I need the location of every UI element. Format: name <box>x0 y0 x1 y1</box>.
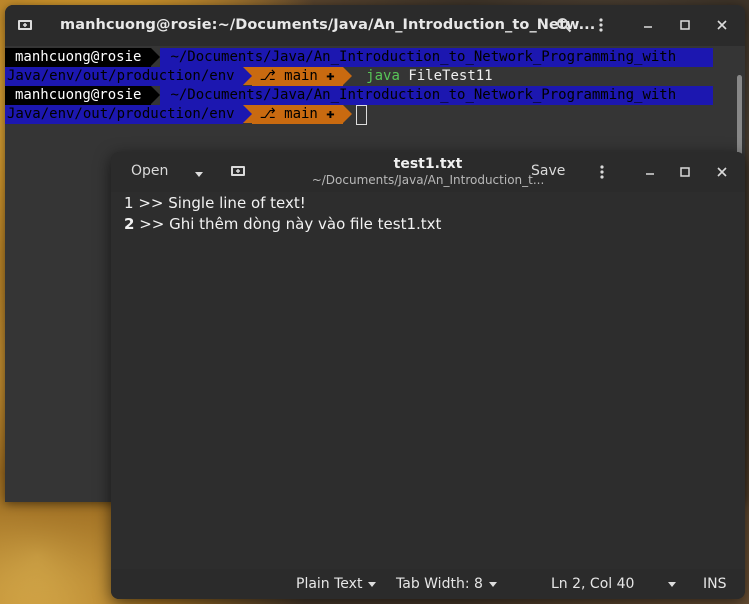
search-icon[interactable] <box>555 16 573 34</box>
command-arg: FileTest11 <box>408 68 493 84</box>
tab-width-label: Tab Width: 8 <box>396 576 483 592</box>
text-editor-window: Open test1.txt ~/Documents/Java/An_Intro… <box>111 152 745 599</box>
prompt-separator <box>151 86 161 104</box>
git-segment: ⎇ main ✚ <box>251 67 343 86</box>
prompt-separator <box>151 48 161 66</box>
line-number: 2 <box>124 215 135 233</box>
close-icon[interactable] <box>713 16 731 34</box>
chevron-down-icon <box>368 581 377 587</box>
git-branch: main ✚ <box>275 106 335 122</box>
prompt-separator <box>342 67 352 85</box>
prompt-path: ~/Documents/Java/An_Introduction_to_Netw… <box>160 48 714 67</box>
command-name: java <box>366 68 400 84</box>
prompt-separator <box>242 105 252 123</box>
syntax-selector[interactable]: Plain Text <box>296 576 377 592</box>
line-text: >> Ghi thêm dòng này vào file test1.txt <box>134 215 442 233</box>
menu-icon[interactable] <box>592 16 610 34</box>
text-line: 2 >> Ghi thêm dòng này vào file test1.tx… <box>124 215 441 233</box>
terminal-scrollbar[interactable] <box>737 75 742 157</box>
cursor-position-label: Ln 2, Col 40 <box>551 576 635 592</box>
prompt-line: manhcuong@rosie ~/Documents/Java/An_Intro… <box>5 86 714 105</box>
line-text: >> Single line of text! <box>133 194 306 212</box>
minimize-icon[interactable] <box>644 166 656 182</box>
minimize-icon[interactable] <box>639 16 657 34</box>
prompt-line: Java/env/out/production/env ⎇ main ✚ java… <box>5 67 493 86</box>
syntax-label: Plain Text <box>296 576 363 592</box>
text-cursor <box>355 105 367 125</box>
chevron-down-icon <box>488 581 497 587</box>
close-icon[interactable] <box>716 166 728 182</box>
editor-headerbar: Open test1.txt ~/Documents/Java/An_Intro… <box>111 152 745 192</box>
new-tab-icon[interactable] <box>16 16 34 34</box>
line-number: 1 <box>124 194 134 212</box>
maximize-icon[interactable] <box>676 16 694 34</box>
cursor-position-selector[interactable]: Ln 2, Col 40 <box>551 576 677 592</box>
prompt-line: Java/env/out/production/env ⎇ main ✚ <box>5 105 367 125</box>
chevron-down-icon <box>668 581 677 587</box>
terminal-titlebar: manhcuong@rosie:~/Documents/Java/An_Intr… <box>5 5 745 46</box>
git-branch: main ✚ <box>275 68 335 84</box>
prompt-separator <box>242 67 252 85</box>
prompt-separator <box>342 105 352 123</box>
insert-mode-indicator[interactable]: INS <box>703 576 727 592</box>
save-button[interactable]: Save <box>531 163 565 179</box>
prompt-line: manhcuong@rosie ~/Documents/Java/An_Intro… <box>5 48 714 67</box>
git-branch-icon: ⎇ <box>259 68 276 84</box>
maximize-icon[interactable] <box>679 166 691 182</box>
tab-width-selector[interactable]: Tab Width: 8 <box>396 576 497 592</box>
git-branch-icon: ⎇ <box>259 106 276 122</box>
prompt-path-continued: Java/env/out/production/env <box>5 67 243 86</box>
terminal-title: manhcuong@rosie:~/Documents/Java/An_Intr… <box>60 17 596 33</box>
text-line: 1 >> Single line of text! <box>124 194 306 212</box>
prompt-path: ~/Documents/Java/An_Introduction_to_Netw… <box>160 86 714 105</box>
prompt-path-continued: Java/env/out/production/env <box>5 105 243 124</box>
prompt-user: manhcuong@rosie <box>5 86 152 105</box>
editor-statusbar: Plain Text Tab Width: 8 Ln 2, Col 40 INS <box>111 569 745 599</box>
prompt-user: manhcuong@rosie <box>5 48 152 67</box>
git-segment: ⎇ main ✚ <box>251 105 343 124</box>
menu-icon[interactable] <box>599 164 605 184</box>
editor-text-area[interactable]: 1 >> Single line of text! 2 >> Ghi thêm … <box>111 192 745 569</box>
